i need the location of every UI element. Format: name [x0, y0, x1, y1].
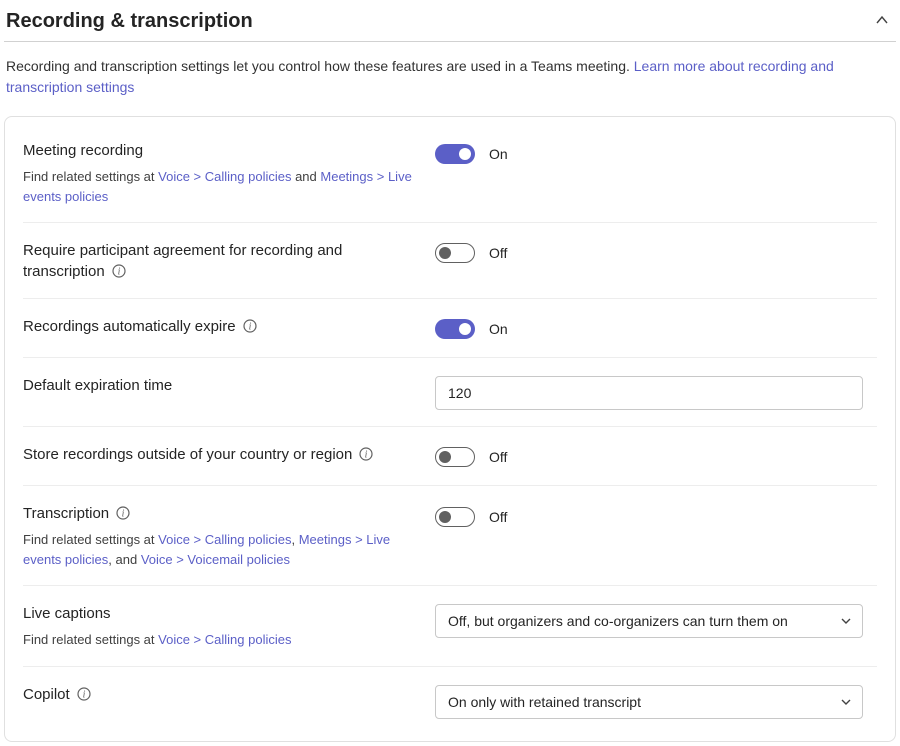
link-voice-calling-policies[interactable]: Voice > Calling policies [158, 169, 291, 184]
setting-transcription: Transcription i Find related settings at… [23, 486, 877, 586]
link-voice-voicemail-policies[interactable]: Voice > Voicemail policies [141, 552, 290, 567]
live-captions-dropdown[interactable]: Off, but organizers and co-organizers ca… [435, 604, 863, 638]
toggle-state-label: On [489, 146, 508, 162]
setting-label: Store recordings outside of your country… [23, 446, 352, 463]
meeting-recording-toggle[interactable] [435, 144, 475, 164]
setting-label: Transcription [23, 505, 109, 522]
section-description-text: Recording and transcription settings let… [6, 58, 634, 74]
setting-label: Require participant agreement for record… [23, 242, 342, 279]
setting-label: Meeting recording [23, 142, 143, 159]
store-outside-toggle[interactable] [435, 447, 475, 467]
link-voice-calling-policies[interactable]: Voice > Calling policies [158, 632, 291, 647]
setting-meeting-recording: Meeting recording Find related settings … [23, 123, 877, 223]
dropdown-value: On only with retained transcript [448, 694, 641, 710]
settings-card: Meeting recording Find related settings … [4, 116, 896, 742]
svg-text:i: i [82, 689, 85, 700]
setting-label: Recordings automatically expire [23, 318, 236, 335]
collapse-chevron-icon[interactable] [874, 12, 890, 31]
info-icon[interactable]: i [116, 506, 130, 520]
require-agreement-toggle[interactable] [435, 243, 475, 263]
setting-sublabel: Find related settings at Voice > Calling… [23, 167, 415, 206]
dropdown-value: Off, but organizers and co-organizers ca… [448, 613, 788, 629]
svg-text:i: i [122, 508, 125, 519]
section-title: Recording & transcription [6, 10, 253, 33]
info-icon[interactable]: i [77, 687, 91, 701]
svg-text:i: i [117, 266, 120, 277]
chevron-down-icon [840, 615, 852, 627]
info-icon[interactable]: i [359, 447, 373, 461]
setting-label: Default expiration time [23, 377, 172, 394]
setting-copilot: Copilot i On only with retained transcri… [23, 667, 877, 723]
setting-store-outside-region: Store recordings outside of your country… [23, 427, 877, 486]
setting-live-captions: Live captions Find related settings at V… [23, 586, 877, 667]
setting-label: Live captions [23, 605, 111, 622]
setting-sublabel: Find related settings at Voice > Calling… [23, 630, 415, 650]
section-header[interactable]: Recording & transcription [4, 4, 896, 42]
toggle-state-label: Off [489, 509, 507, 525]
link-voice-calling-policies[interactable]: Voice > Calling policies [158, 532, 291, 547]
setting-label: Copilot [23, 686, 70, 703]
setting-require-agreement: Require participant agreement for record… [23, 223, 877, 299]
transcription-toggle[interactable] [435, 507, 475, 527]
info-icon[interactable]: i [112, 264, 126, 278]
auto-expire-toggle[interactable] [435, 319, 475, 339]
copilot-dropdown[interactable]: On only with retained transcript [435, 685, 863, 719]
setting-default-expiration: Default expiration time [23, 358, 877, 427]
recording-transcription-section: Recording & transcription Recording and … [0, 0, 900, 746]
toggle-state-label: Off [489, 245, 507, 261]
toggle-state-label: On [489, 321, 508, 337]
svg-text:i: i [248, 321, 251, 332]
setting-sublabel: Find related settings at Voice > Calling… [23, 530, 415, 569]
svg-text:i: i [365, 449, 368, 460]
default-expiration-input[interactable] [435, 376, 863, 410]
section-description: Recording and transcription settings let… [6, 56, 894, 98]
chevron-down-icon [840, 696, 852, 708]
info-icon[interactable]: i [243, 319, 257, 333]
toggle-state-label: Off [489, 449, 507, 465]
setting-auto-expire: Recordings automatically expire i On [23, 299, 877, 358]
